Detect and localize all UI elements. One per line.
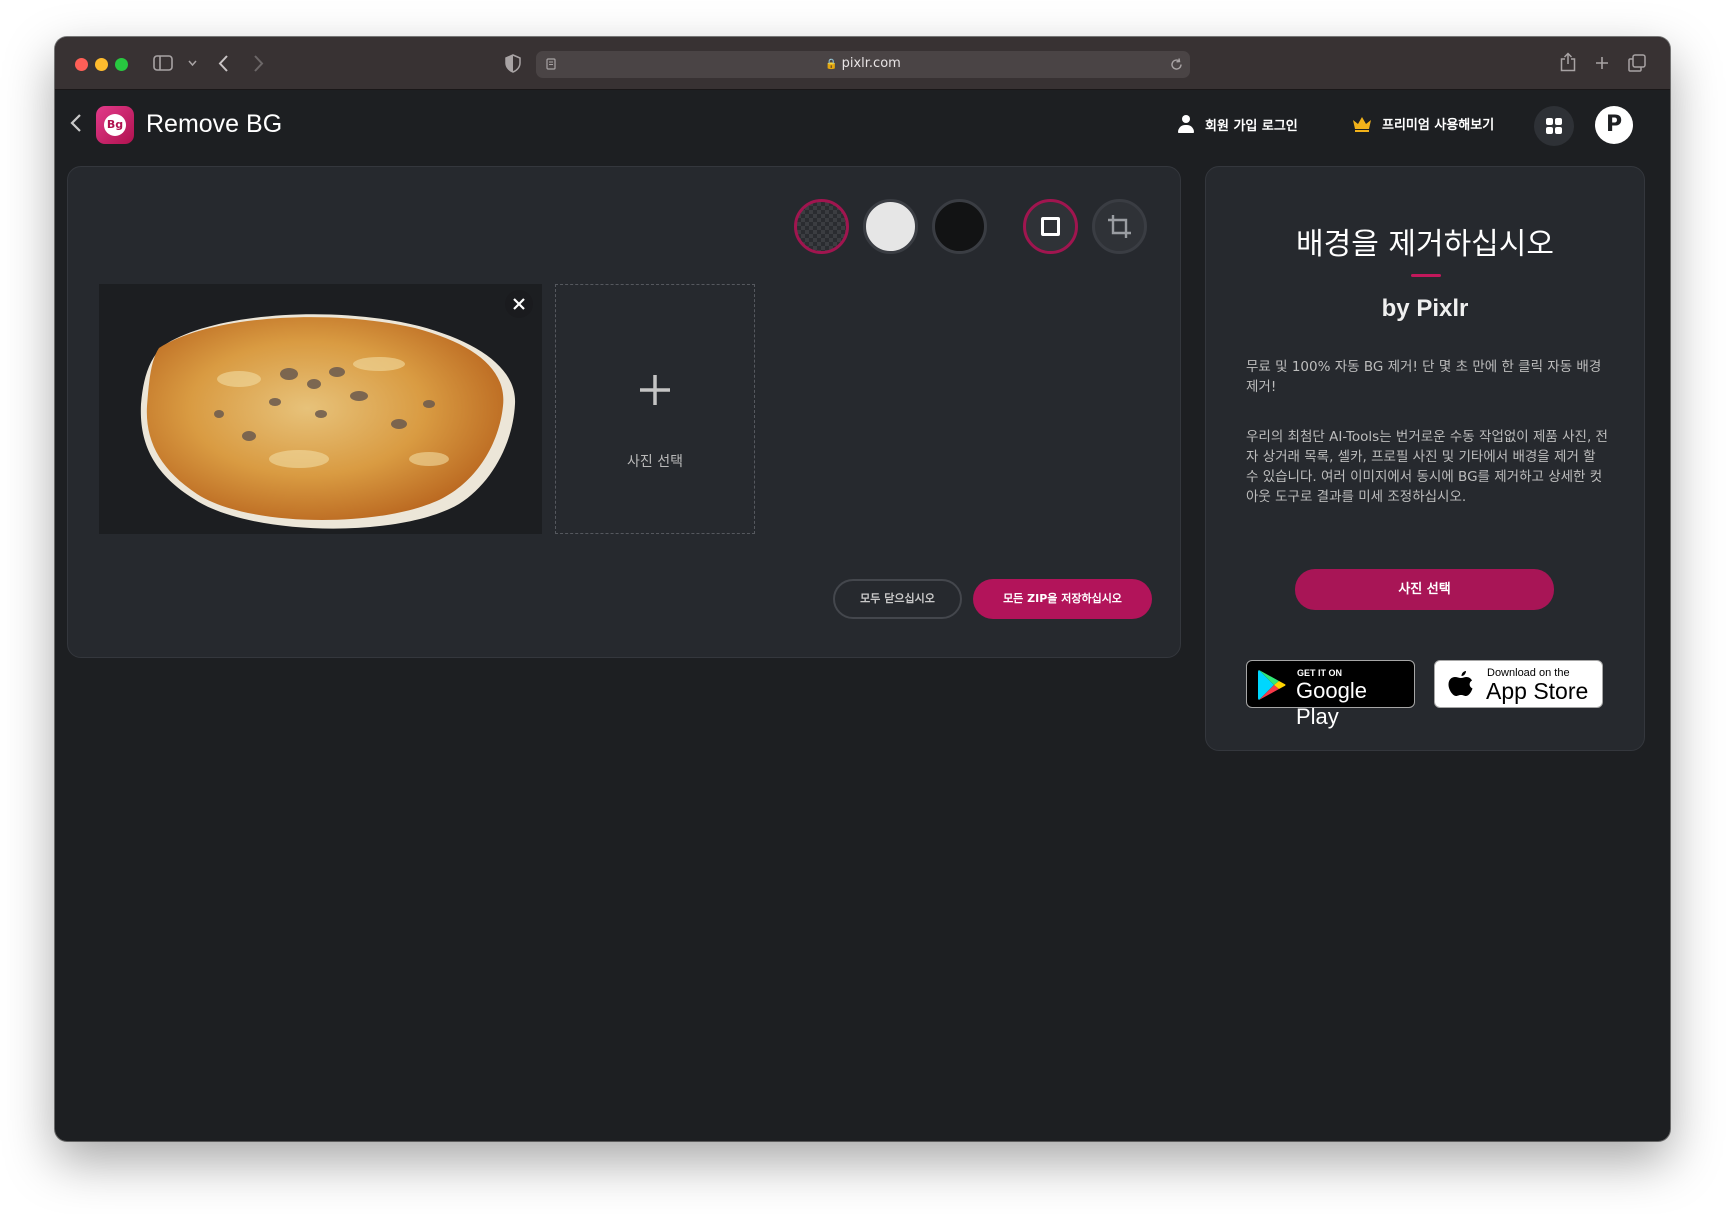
crop-icon <box>1108 215 1131 238</box>
minimize-window-button[interactable] <box>95 58 108 71</box>
crown-icon <box>1353 116 1371 132</box>
save-zip-button[interactable]: 모든 ZIP을 저장하십시오 <box>973 579 1152 619</box>
crop-tool-button[interactable] <box>1092 199 1147 254</box>
reload-icon[interactable] <box>1170 58 1183 71</box>
info-subtitle: by Pixlr <box>1381 295 1469 322</box>
apps-menu-button[interactable] <box>1534 106 1574 146</box>
swatch-white[interactable] <box>863 199 918 254</box>
square-tool-button[interactable] <box>1023 199 1078 254</box>
browser-toolbar: 🔒 pixlr.com <box>55 37 1670 90</box>
swatch-black[interactable] <box>932 199 987 254</box>
close-all-button[interactable]: 모두 닫으십시오 <box>833 579 962 619</box>
plus-icon <box>556 371 754 415</box>
app-logo-text: Bg <box>104 114 126 136</box>
url-display: 🔒 pixlr.com <box>536 56 1190 71</box>
shield-icon[interactable] <box>505 54 521 73</box>
address-bar[interactable]: 🔒 pixlr.com <box>536 51 1190 78</box>
app-store-badge[interactable]: Download on the App Store <box>1434 660 1603 708</box>
premium-link[interactable]: 프리미엄 사용해보기 <box>1352 114 1494 133</box>
title-divider <box>1411 274 1441 277</box>
square-icon <box>1041 217 1060 236</box>
pixlr-logo[interactable]: P <box>1595 106 1633 144</box>
info-paragraph-1: 무료 및 100% 자동 BG 제거! 단 몇 초 만에 한 클릭 자동 배경 … <box>1246 359 1602 395</box>
back-arrow-icon[interactable] <box>218 55 229 72</box>
grid-icon <box>1546 118 1562 134</box>
chevron-down-icon[interactable] <box>188 60 197 66</box>
remove-image-button[interactable] <box>505 290 533 318</box>
lock-icon: 🔒 <box>825 59 838 70</box>
google-play-icon <box>1258 670 1286 700</box>
image-thumbnail[interactable] <box>99 284 542 534</box>
google-play-small-text: GET IT ON <box>1297 668 1342 678</box>
user-icon <box>1177 114 1195 134</box>
info-panel: 배경을 제거하십시오 by Pixlr 무료 및 100% 자동 BG 제거! … <box>1205 166 1645 751</box>
share-icon[interactable] <box>1560 52 1576 72</box>
close-icon <box>513 298 525 310</box>
sidebar-toggle-icon[interactable] <box>153 55 173 71</box>
pancake-image <box>140 314 516 529</box>
login-link[interactable]: 회원 가입 로그인 <box>1177 114 1298 134</box>
app-title: Remove BG <box>146 110 283 138</box>
forward-arrow-icon[interactable] <box>253 55 264 72</box>
back-chevron-icon[interactable] <box>69 112 89 136</box>
url-text: pixlr.com <box>841 56 901 71</box>
google-play-big-text: Google Play <box>1296 678 1367 729</box>
app-logo: Bg <box>96 106 134 144</box>
select-photo-button[interactable]: 사진 선택 <box>1295 569 1554 610</box>
workspace-panel: 사진 선택 모두 닫으십시오 모든 ZIP을 저장하십시오 <box>67 166 1181 658</box>
tab-overview-icon[interactable] <box>1628 54 1646 72</box>
browser-window: 🔒 pixlr.com Bg Remove BG 회원 가입 로그인 프리미엄 … <box>55 37 1670 1141</box>
add-photo-label: 사진 선택 <box>627 454 683 470</box>
info-paragraph-2: 우리의 최첨단 AI-Tools는 번거로운 수동 작업없이 제품 사진, 전자… <box>1246 429 1608 505</box>
google-play-badge[interactable]: GET IT ON Google Play <box>1246 660 1415 729</box>
premium-label: 프리미엄 사용해보기 <box>1382 118 1495 133</box>
zoom-window-button[interactable] <box>115 58 128 71</box>
close-window-button[interactable] <box>75 58 88 71</box>
swatch-transparent[interactable] <box>794 199 849 254</box>
apple-icon <box>1448 671 1473 696</box>
add-photo-tile[interactable]: 사진 선택 <box>555 284 755 534</box>
app-header: Bg Remove BG 회원 가입 로그인 프리미엄 사용해보기 P <box>55 90 1670 160</box>
new-tab-icon[interactable] <box>1595 56 1609 70</box>
app-store-big-text: App Store <box>1486 678 1589 704</box>
login-label: 회원 가입 로그인 <box>1205 118 1298 134</box>
info-title: 배경을 제거하십시오 <box>1296 227 1554 262</box>
